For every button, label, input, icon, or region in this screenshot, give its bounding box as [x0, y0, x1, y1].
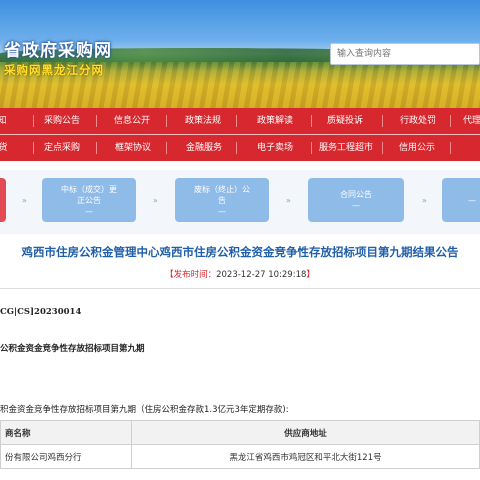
nav-item-framework-agreement[interactable]: 框架协议	[115, 135, 151, 161]
project-name: 公积金资金竞争性存放招标项目第九期	[0, 344, 145, 354]
supplier-table: 商名称 供应商地址 份有限公司鸡西分行 黑龙江省鸡西市鸡冠区和平北大街121号	[0, 420, 480, 469]
nav-item-e-mall[interactable]: 电子卖场	[257, 135, 293, 161]
nav-item-penalties[interactable]: 行政处罚	[400, 108, 436, 134]
column-header-supplier-name: 商名称	[0, 420, 132, 445]
search-input[interactable]	[330, 43, 480, 65]
publish-close: 】	[306, 270, 315, 280]
nav-item-service-supermarket[interactable]: 服务工程超市	[319, 135, 373, 161]
nav-item-huo[interactable]: 货	[0, 135, 8, 161]
process-steps: » 中标（成交）更 正公告 — » 废标（终止）公 告 — » 合同公告 — »…	[0, 170, 480, 234]
chevron-right-icon: »	[22, 196, 27, 205]
step-award-correction[interactable]: 中标（成交）更 正公告 —	[42, 178, 136, 222]
nav-item-designated-procurement[interactable]: 定点采购	[44, 135, 80, 161]
chevron-right-icon: »	[153, 196, 158, 205]
table-header-row: 商名称 供应商地址	[0, 420, 480, 445]
step-bid-termination[interactable]: 废标（终止）公 告 —	[175, 178, 269, 222]
chevron-right-icon: »	[422, 196, 427, 205]
content-divider	[0, 288, 480, 289]
nav-item-complaints[interactable]: 质疑投诉	[327, 108, 363, 134]
nav-item-info-disclosure[interactable]: 信息公开	[114, 108, 150, 134]
step-label-line1: 废标（终止）公	[194, 185, 250, 194]
nav-item-policy-interpretation[interactable]: 政策解读	[257, 108, 293, 134]
site-logo-title[interactable]: 省政府采购网	[4, 36, 112, 61]
step-dash: —	[468, 196, 476, 205]
step-dash: —	[85, 207, 93, 216]
header-banner: 省政府采购网 采购网黑龙江分网	[0, 0, 480, 108]
step-current[interactable]	[0, 178, 6, 222]
publish-label: 【发布时间：	[165, 270, 217, 280]
project-description: 积金资金竞争性存放招标项目第九期（住房公积金存款1.3亿元3年定期存款):	[0, 405, 289, 415]
supplier-address-cell: 黑龙江省鸡西市鸡冠区和平北大街121号	[131, 444, 480, 469]
nav-item-credit-disclosure[interactable]: 信用公示	[399, 135, 435, 161]
project-code: CG|CS]20230014	[0, 307, 82, 317]
nav-item-financial-services[interactable]: 金融服务	[186, 135, 222, 161]
step-label-line2: 正公告	[77, 196, 101, 205]
site-logo-subtitle: 采购网黑龙江分网	[4, 63, 104, 77]
step-dash: —	[352, 201, 360, 210]
nav-item-agency[interactable]: 代理	[463, 108, 480, 134]
table-row: 份有限公司鸡西分行 黑龙江省鸡西市鸡冠区和平北大街121号	[0, 444, 480, 469]
main-nav-row2: 货 定点采购 框架协议 金融服务 电子卖场 服务工程超市 信用公示	[0, 135, 480, 161]
nav-item-procurement-notice[interactable]: 采购公告	[44, 108, 80, 134]
publish-time: 【发布时间：2023-12-27 10:29:18】	[0, 268, 480, 280]
nav-item-zhi[interactable]: 知	[0, 108, 7, 134]
step-label-line1: 合同公告	[340, 190, 372, 199]
step-label-line1: 中标（成交）更	[61, 185, 117, 194]
notice-title: 鸡西市住房公积金管理中心鸡西市住房公积金资金竞争性存放招标项目第九期结果公告	[21, 245, 459, 259]
step-label-line2: 告	[218, 196, 226, 205]
chevron-right-icon: »	[286, 196, 291, 205]
column-header-supplier-address: 供应商地址	[131, 420, 480, 445]
nav-item-policy-regulations[interactable]: 政策法规	[185, 108, 221, 134]
main-nav-row1: 知 采购公告 信息公开 政策法规 政策解读 质疑投诉 行政处罚 代理	[0, 108, 480, 134]
supplier-name-cell: 份有限公司鸡西分行	[0, 444, 132, 469]
step-next[interactable]: —	[442, 178, 480, 222]
step-contract-notice[interactable]: 合同公告 —	[308, 178, 404, 222]
step-dash: —	[218, 207, 226, 216]
publish-time-value: 2023-12-27 10:29:18	[216, 270, 307, 280]
